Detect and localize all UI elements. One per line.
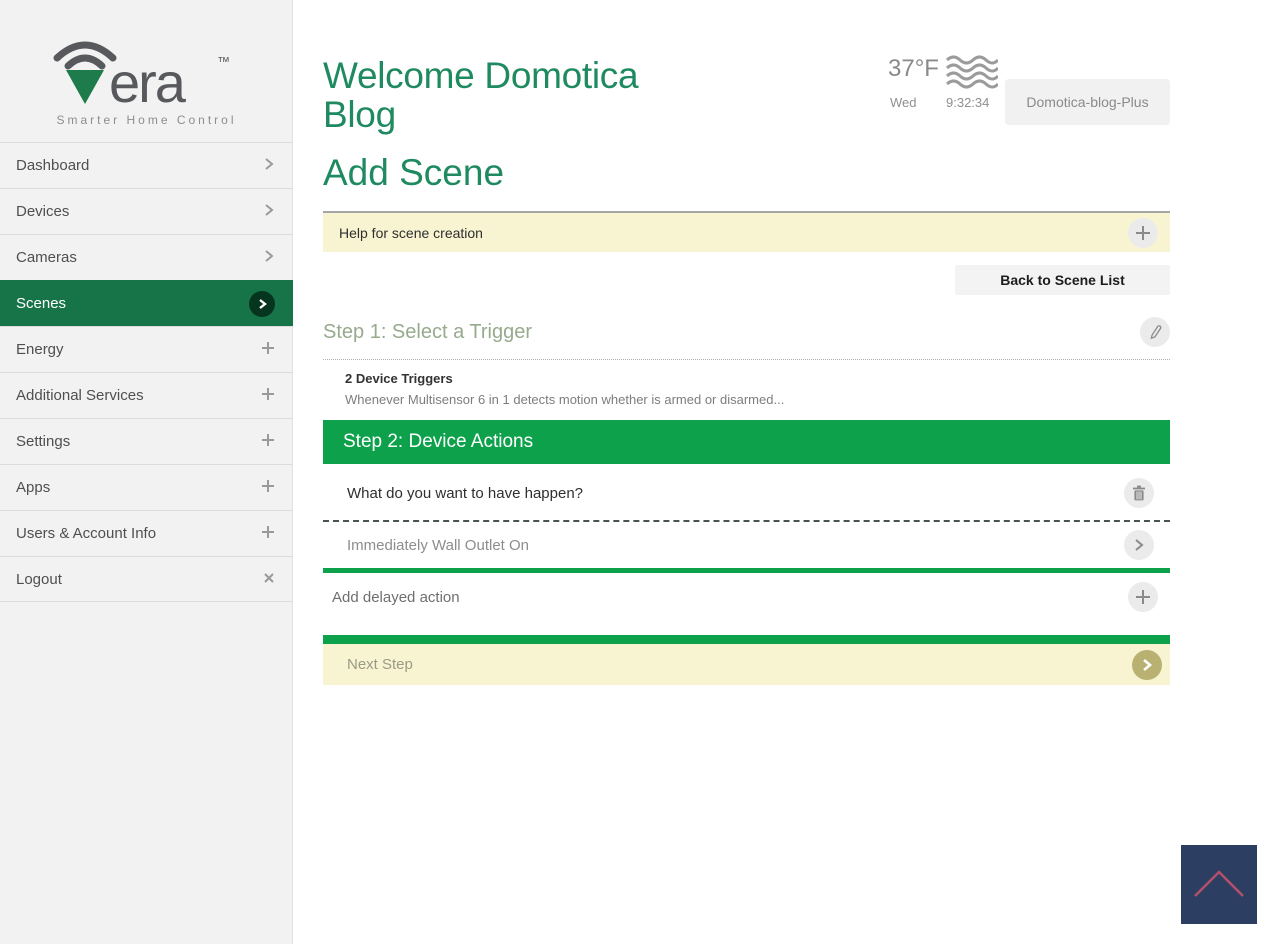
trigger-count: 2 Device Triggers [345,371,453,387]
green-divider [323,635,1170,645]
sidebar-item-label: Cameras [16,249,77,266]
trigger-description: Whenever Multisensor 6 in 1 detects moti… [345,392,785,408]
logo-wordmark: era [109,51,187,106]
sidebar-item-scenes[interactable]: Scenes [0,280,293,326]
sidebar-item-label: Additional Services [16,387,144,404]
next-step-label: Next Step [347,656,413,674]
controller-selector[interactable]: Domotica-blog-Plus [1005,79,1170,125]
device-action-question: What do you want to have happen? [347,484,584,502]
vera-logo: era ™ Smarter Home Control [0,28,293,127]
chevron-right-icon [263,248,275,268]
vera-logo-icon: era ™ [53,41,230,114]
back-to-scene-list-button[interactable]: Back to Scene List [955,265,1170,296]
pencil-icon[interactable] [1140,317,1170,348]
sidebar-item-label: Settings [16,433,71,450]
header-status: 37°F Wed 9:32:34 Domotica-blog-Plus [888,55,1170,125]
sidebar: era ™ Smarter Home Control Dashboard Dev… [0,0,293,944]
sidebar-item-devices[interactable]: Devices [0,188,293,234]
step1-title: Step 1: Select a Trigger [323,320,533,343]
step2-title: Step 2: Device Actions [343,431,534,453]
add-delayed-action-label: Add delayed action [332,588,460,606]
sidebar-item-label: Logout [16,570,62,588]
sidebar-item-label: Devices [16,203,70,220]
immediate-action-row[interactable]: Immediately Wall Outlet On [323,522,1170,568]
help-bar[interactable]: Help for scene creation [323,211,1170,253]
sidebar-item-label: Dashboard [16,157,90,174]
back-row: Back to Scene List [323,265,1170,296]
step2-header: Step 2: Device Actions [323,420,1170,465]
plus-icon [261,479,275,497]
chevron-up-icon [1191,866,1247,903]
plus-icon[interactable] [1128,582,1158,613]
temperature: 37°F [888,55,939,82]
plus-icon [261,387,275,405]
sidebar-item-label: Apps [16,479,51,496]
sidebar-item-energy[interactable]: Energy [0,326,293,372]
sidebar-item-users-account-info[interactable]: Users & Account Info [0,510,293,556]
page-title: Add Scene [323,152,505,194]
close-icon [263,571,275,588]
fog-icon [945,53,1000,94]
chevron-right-icon[interactable] [1124,530,1154,561]
logo-tagline: Smarter Home Control [56,113,237,127]
welcome-title: Welcome Domotica Blog [323,55,639,136]
plus-icon [261,525,275,543]
plus-icon[interactable] [1128,217,1158,248]
sidebar-item-label: Energy [16,341,64,358]
sidebar-item-cameras[interactable]: Cameras [0,234,293,280]
step1-header: Step 1: Select a Trigger [323,317,1170,361]
plus-icon [261,341,275,359]
device-action-question-row: What do you want to have happen? [323,464,1170,523]
sidebar-item-logout[interactable]: Logout [0,556,293,602]
chevron-circle-icon [249,290,275,317]
sidebar-nav: Dashboard Devices Cameras Scenes Energy [0,142,293,602]
scroll-to-top-button[interactable] [1181,845,1257,924]
chevron-right-icon[interactable] [1132,649,1162,680]
clock: 9:32:34 [946,95,990,110]
sidebar-item-settings[interactable]: Settings [0,418,293,464]
add-delayed-action-row[interactable]: Add delayed action [323,573,1170,621]
sidebar-item-label: Users & Account Info [16,525,157,542]
sidebar-item-label: Scenes [16,295,67,312]
main-content: Welcome Domotica Blog 37°F Wed 9:32:34 D… [323,0,1170,686]
plus-icon [261,433,275,451]
chevron-right-icon [263,156,275,176]
help-bar-label: Help for scene creation [339,224,483,241]
sidebar-item-dashboard[interactable]: Dashboard [0,142,293,188]
trigger-summary[interactable]: 2 Device Triggers Whenever Multisensor 6… [323,360,1170,420]
weekday: Wed [890,95,917,110]
trash-icon[interactable] [1124,478,1154,509]
next-step-bar[interactable]: Next Step [323,644,1170,686]
main-area: Welcome Domotica Blog 37°F Wed 9:32:34 D… [294,0,1278,944]
chevron-right-icon [263,202,275,222]
logo-tm: ™ [217,54,230,69]
immediate-action-label: Immediately Wall Outlet On [347,536,529,554]
sidebar-item-apps[interactable]: Apps [0,464,293,510]
sidebar-item-additional-services[interactable]: Additional Services [0,372,293,418]
